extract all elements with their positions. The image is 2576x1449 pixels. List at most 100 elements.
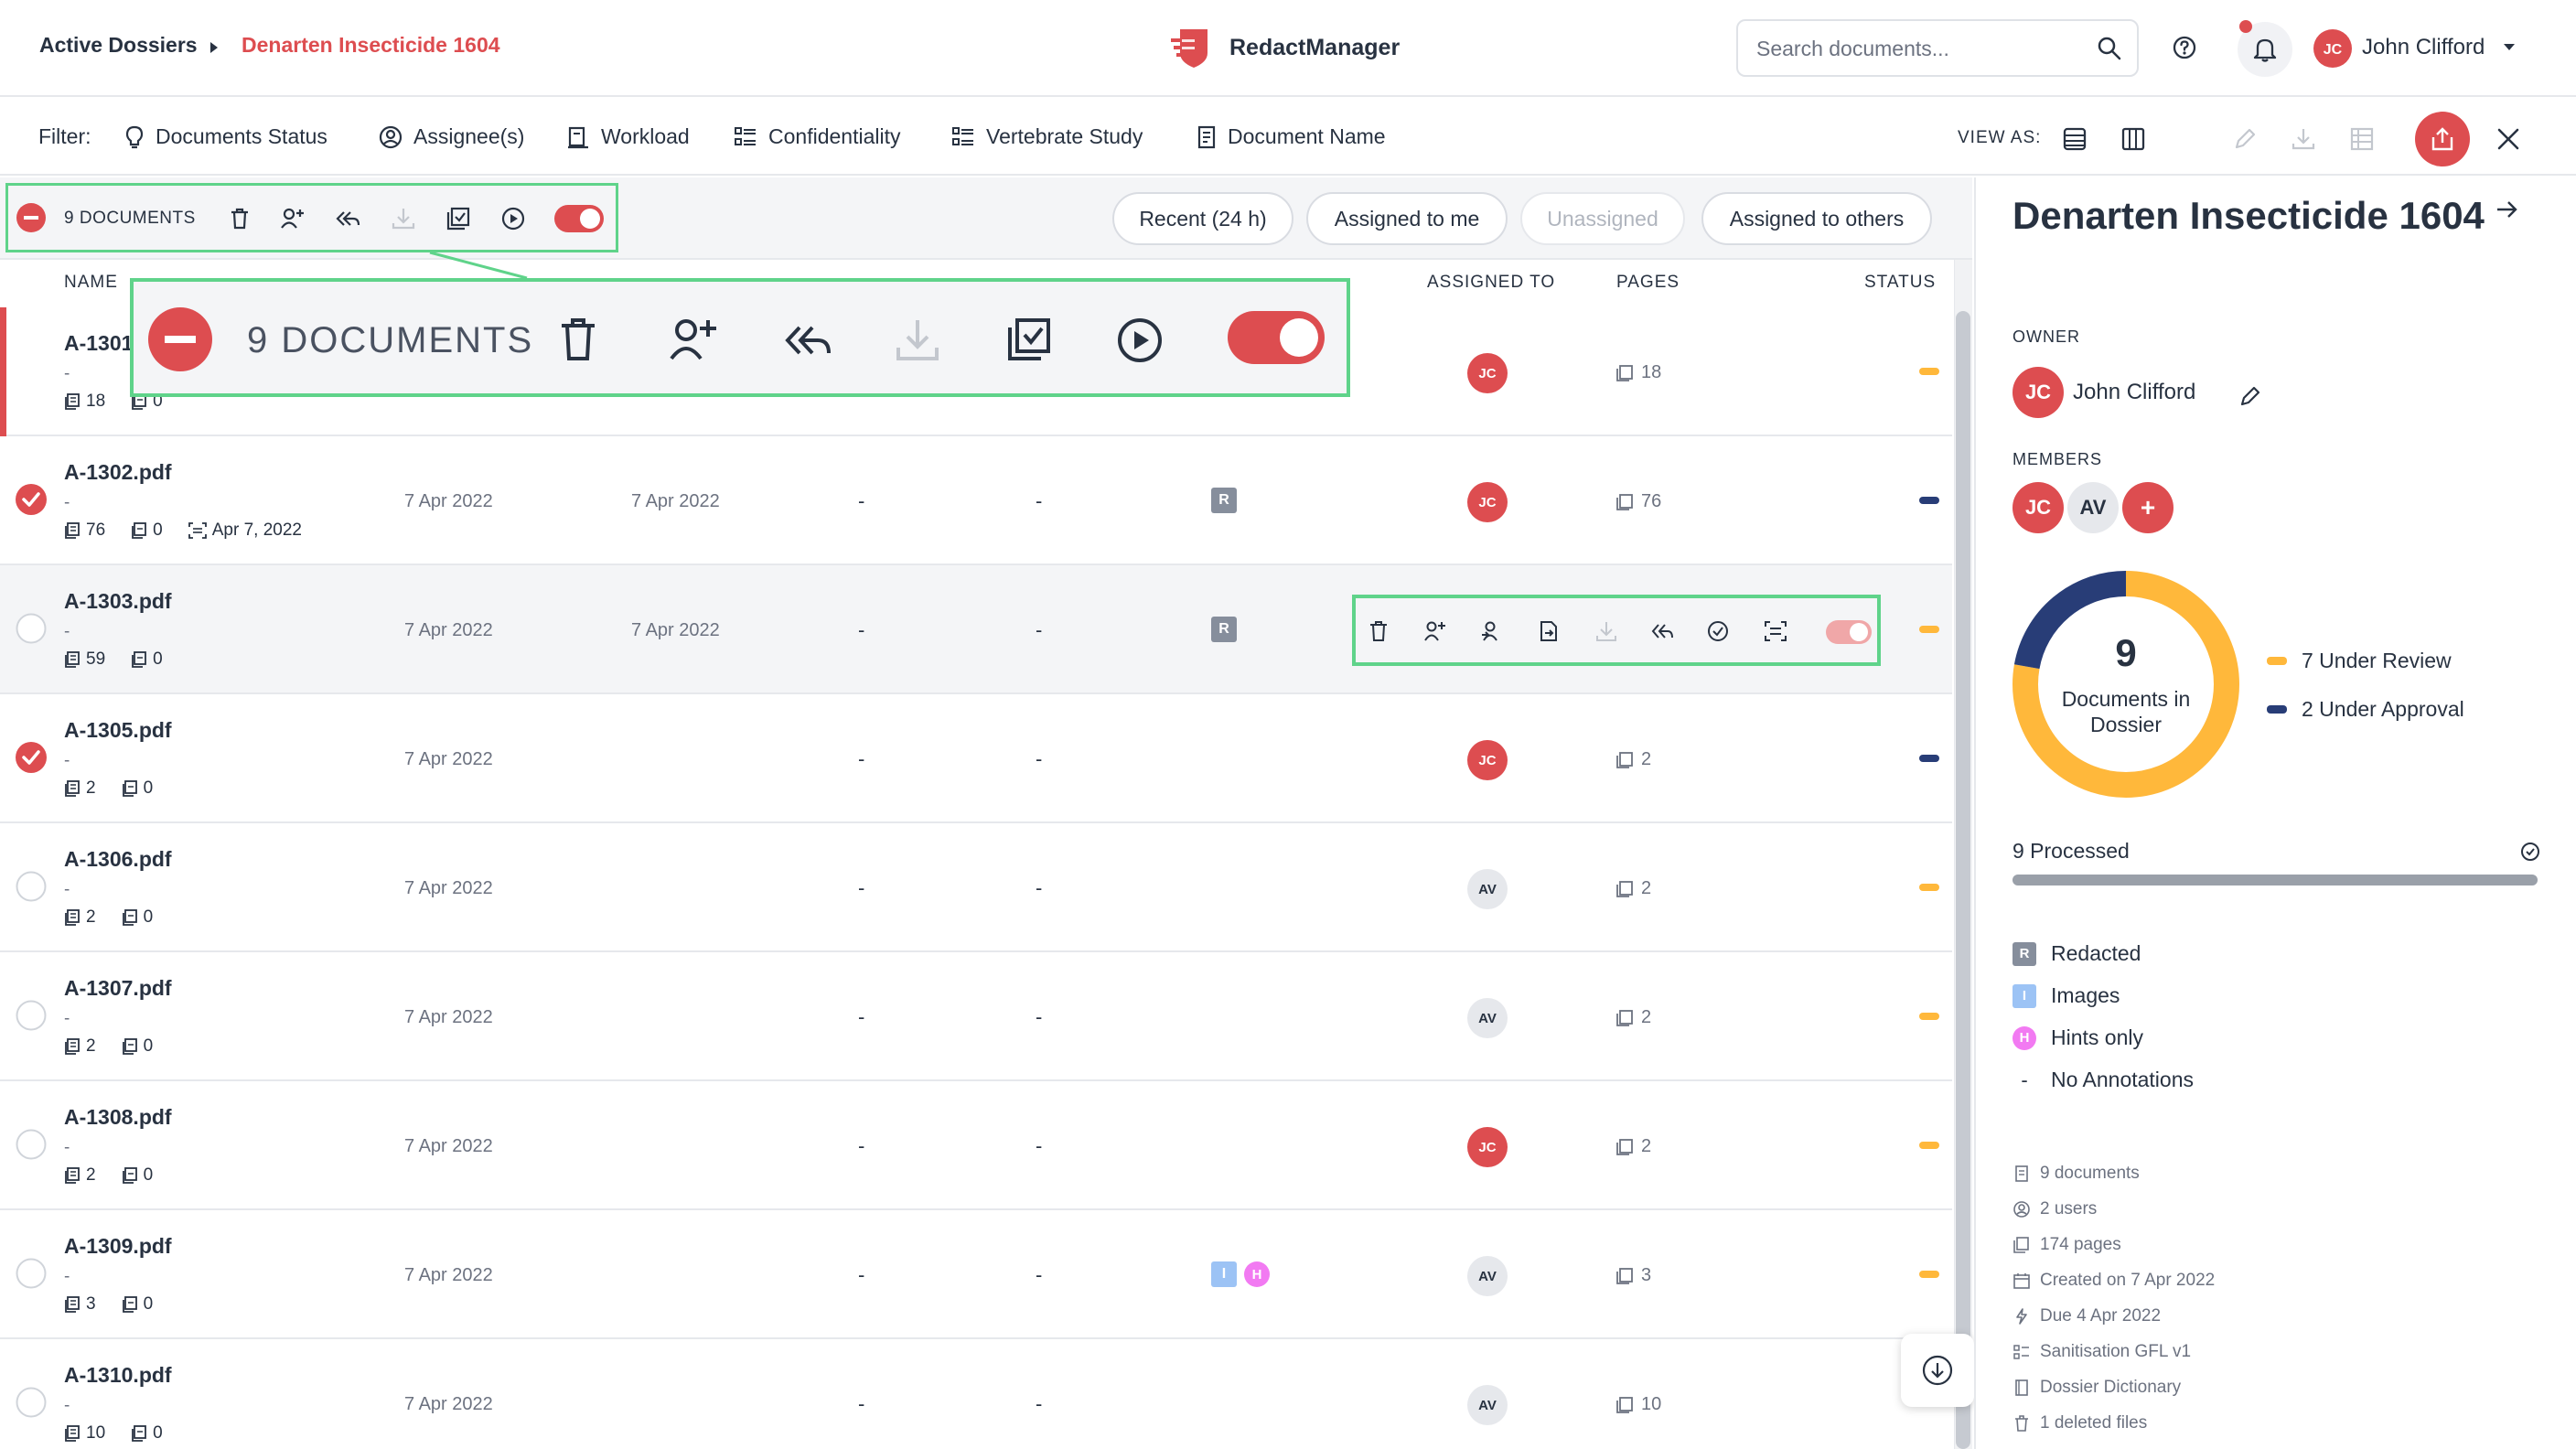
download-icon[interactable] [895,317,940,362]
document-meta: 76 0 Apr 7, 2022 [64,521,302,541]
edit-owner-pencil-icon[interactable] [2238,384,2262,408]
annotation-type-item: R Redacted [2012,941,2141,966]
column-header-pages[interactable]: PAGES [1616,273,1680,293]
search-icon[interactable] [2097,36,2122,61]
assignee-avatar[interactable]: JC [1467,482,1508,522]
column-header-assigned-to[interactable]: ASSIGNED TO [1427,273,1555,293]
filter-document-name[interactable]: Document Name [1197,124,1386,149]
export-button[interactable] [2415,112,2470,166]
assign-user-icon[interactable] [668,317,717,362]
check-circle-icon[interactable] [1707,620,1729,642]
document-pages-count: 18 [86,392,106,411]
column-header-status[interactable]: STATUS [1864,273,1936,293]
assign-user-icon[interactable] [1423,620,1447,642]
list-view-icon[interactable] [2062,126,2088,152]
table-row[interactable]: A-1308.pdf -2 0 7 Apr 2022- - JC 2 [0,1081,1952,1210]
play-icon[interactable] [1116,317,1164,364]
app-logo[interactable]: RedactManager [1171,26,1400,70]
document-name[interactable]: A-1302.pdf [64,460,172,485]
document-name[interactable]: A-1308.pdf [64,1105,172,1130]
member-avatar[interactable]: AV [2067,482,2119,533]
user-name[interactable]: John Clifford [2362,35,2485,60]
table-row[interactable]: A-1302.pdf -76 0 Apr 7, 2022 7 Apr 2022 7 Apr… [0,436,1952,565]
search-box[interactable] [1736,19,2139,77]
assignee-avatar[interactable]: AV [1467,1385,1508,1425]
date-added: 7 Apr 2022 [404,749,493,769]
row-checkbox[interactable] [16,1000,47,1031]
assignee-avatar[interactable]: JC [1467,353,1508,393]
assignee-avatar[interactable]: AV [1467,1256,1508,1296]
filter-vertebrate-study[interactable]: Vertebrate Study [951,124,1143,149]
table-row[interactable]: A-1305.pdf -2 0 7 Apr 2022- - JC 2 [0,694,1952,823]
document-name[interactable]: A-1309.pdf [64,1234,172,1259]
add-member-button[interactable]: + [2122,482,2174,533]
legend-under-review[interactable]: 7 Under Review [2267,649,2452,673]
assignee-avatar[interactable]: JC [1467,1127,1508,1167]
quick-filter-unassigned[interactable]: Unassigned [1520,192,1685,245]
scroll-to-bottom-button[interactable] [1901,1334,1974,1407]
file-export-icon[interactable] [1539,620,1559,642]
collapse-panel-arrow-icon[interactable] [2496,199,2519,220]
row-checkbox-checked[interactable] [16,484,47,515]
assign-to-me-icon[interactable] [1480,620,1504,642]
download-icon[interactable] [2291,126,2316,152]
pages-icon [1616,751,1633,768]
row-checkbox[interactable] [16,1387,47,1418]
deselect-all-button[interactable] [148,307,212,371]
reply-all-icon[interactable] [1650,622,1674,640]
user-avatar[interactable]: JC [2313,29,2352,68]
pages-icon [1616,1138,1633,1155]
document-name[interactable]: A-1303.pdf [64,589,172,614]
table-row[interactable]: A-1307.pdf -2 0 7 Apr 2022- - AV 2 [0,952,1952,1081]
pages-cell: 18 [1615,362,1661,383]
table-row[interactable]: A-1310.pdf -10 0 7 Apr 2022- - AV 10 [0,1339,1952,1449]
document-name[interactable]: A-1301 [64,331,133,356]
close-icon[interactable] [2496,126,2521,152]
search-input[interactable] [1756,34,2086,63]
document-name[interactable]: A-1305.pdf [64,718,172,743]
help-icon[interactable] [2172,35,2197,60]
chevron-down-icon[interactable] [2503,43,2516,52]
dossier-stat: Created on 7 Apr 2022 [2012,1271,2215,1291]
quick-filter-assigned-to-me[interactable]: Assigned to me [1306,192,1508,245]
annotation-type-item: I Images [2012,983,2120,1008]
scrollbar-thumb[interactable] [1956,311,1970,1449]
table-row[interactable]: A-1309.pdf -3 0 7 Apr 2022- - I H AV 3 [0,1210,1952,1339]
row-checkbox[interactable] [16,1129,47,1160]
assignee-avatar[interactable]: AV [1467,869,1508,909]
document-name[interactable]: A-1310.pdf [64,1363,172,1388]
assignee-initials: AV [1478,882,1497,897]
assignee-avatar[interactable]: AV [1467,998,1508,1038]
date-added: 7 Apr 2022 [404,1265,493,1285]
row-checkbox[interactable] [16,1258,47,1289]
quick-filter-recent[interactable]: Recent (24 h) [1112,192,1293,245]
document-excluded-count: 0 [153,521,163,540]
filter-confidentiality[interactable]: Confidentiality [734,124,900,149]
toggle-switch[interactable] [1826,620,1872,644]
report-table-icon[interactable] [2349,126,2375,152]
document-meta: 59 0 [64,649,163,670]
delete-icon[interactable] [558,317,598,362]
approve-checklist-icon[interactable] [1006,317,1052,362]
dossier-stat: Dossier Dictionary [2012,1378,2181,1398]
row-checkbox-checked[interactable] [16,742,47,773]
filter-workload[interactable]: Workload [566,124,690,149]
reply-all-icon[interactable] [783,322,832,359]
row-checkbox[interactable] [16,613,47,644]
download-icon[interactable] [1595,620,1617,642]
document-name[interactable]: A-1306.pdf [64,847,172,872]
assignee-avatar[interactable]: JC [1467,740,1508,780]
filter-document-name-label: Document Name [1228,124,1386,148]
board-view-icon[interactable] [2120,126,2146,152]
ocr-scan-icon[interactable] [1764,620,1787,642]
processed-progress-bar [2012,875,2538,886]
delete-icon[interactable] [1368,620,1389,642]
row-checkbox[interactable] [16,871,47,902]
document-name[interactable]: A-1307.pdf [64,976,172,1001]
legend-under-approval[interactable]: 2 Under Approval [2267,697,2464,722]
member-avatar[interactable]: JC [2012,482,2064,533]
table-row[interactable]: A-1306.pdf -2 0 7 Apr 2022- - AV 2 [0,823,1952,952]
toggle-switch[interactable] [1228,311,1325,364]
quick-filter-assigned-to-others[interactable]: Assigned to others [1701,192,1932,245]
edit-pencil-icon[interactable] [2232,126,2258,152]
